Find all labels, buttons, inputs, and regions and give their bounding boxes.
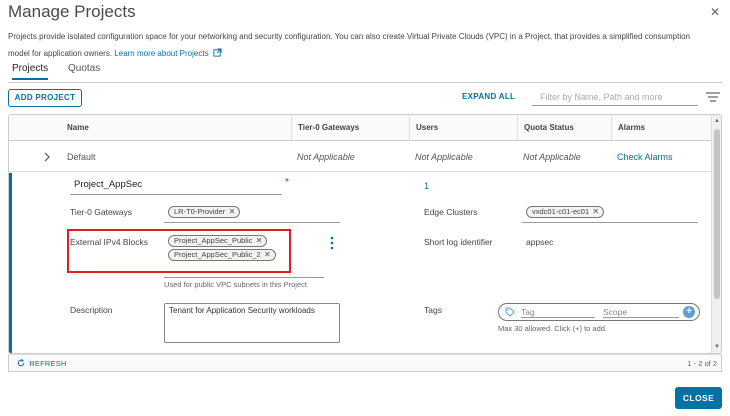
intro-paragraph: Projects provide isolated configuration … [8,28,708,62]
scroll-up-icon[interactable]: ▲ [714,118,720,124]
remove-chip-icon[interactable]: ✕ [229,207,236,217]
filter-input[interactable] [532,88,698,105]
description-textarea[interactable]: Tenant for Application Security workload… [164,303,340,343]
edge-clusters-underline [522,222,698,223]
tag-icon [505,307,515,317]
users-count-link[interactable]: 1 [424,181,429,191]
check-alarms-link[interactable]: Check Alarms [617,152,673,162]
tier0-underline [164,222,340,223]
add-tag-button[interactable]: + [683,306,695,318]
row-quota-status: Not Applicable [523,152,581,162]
tab-projects[interactable]: Projects [12,63,49,80]
filter-icon[interactable] [706,92,720,102]
chip-label: Project_AppSec_Public [174,236,253,245]
learn-more-link[interactable]: Learn more about Projects [114,49,208,58]
close-button[interactable]: CLOSE [675,387,722,409]
refresh-icon [17,359,25,367]
row-name: Default [67,152,96,162]
edge-cluster-chip: vxdc01-c01-ec01 ✕ [526,206,605,218]
column-header-name[interactable]: Name [61,115,89,141]
chip-label: vxdc01-c01-ec01 [532,207,590,216]
column-header-users[interactable]: Users [409,115,517,141]
ipv4-underline [164,277,324,278]
grid-footer: REFRESH 1 - 2 of 2 [8,354,722,372]
chip-label: Project_AppSec_Public_2 [174,250,261,259]
required-indicator: * [285,177,289,188]
expand-all-button[interactable]: EXPAND ALL [462,92,515,101]
description-label: Description [70,305,113,315]
tab-bar: Projects Quotas [8,63,722,83]
more-vertical-icon[interactable] [330,236,334,250]
ipv4-chip: Project_AppSec_Public_2 ✕ [168,249,276,261]
refresh-button[interactable]: REFRESH [17,359,67,368]
tag-input[interactable] [521,306,595,318]
tier0-label: Tier-0 Gateways [70,207,133,217]
vertical-scrollbar[interactable]: ▲ ▼ [711,115,721,353]
grid-header: Name Tier-0 Gateways Users Quota Status … [9,115,711,141]
remove-chip-icon[interactable]: ✕ [592,207,599,217]
column-header-tier0[interactable]: Tier-0 Gateways [291,115,409,141]
ipv4-chip: Project_AppSec_Public ✕ [168,235,268,247]
project-name-input[interactable] [70,179,282,190]
tags-helper-text: Max 30 allowed. Click (+) to add. [498,324,608,333]
table-row: Default Not Applicable Not Applicable No… [9,142,711,172]
row-users: Not Applicable [415,152,473,162]
chip-label: LR-T0-Provider [174,207,226,216]
pagination-count: 1 - 2 of 2 [687,359,717,368]
dialog-title: Manage Projects [8,2,136,21]
add-project-button[interactable]: ADD PROJECT [8,89,82,107]
expanded-project-row: * 1 Tier-0 Gateways LR-T0-Provider ✕ Edg… [9,173,711,353]
ipv4-helper-text: Used for public VPC subnets in this Proj… [164,280,307,289]
scope-input[interactable] [603,306,679,318]
row-tier0: Not Applicable [297,152,355,162]
external-link-icon[interactable] [213,48,222,57]
intro-text: Projects provide isolated configuration … [8,32,690,58]
tag-input-group: + [498,303,700,321]
tier0-chip: LR-T0-Provider ✕ [168,206,241,218]
projects-datagrid: Name Tier-0 Gateways Users Quota Status … [8,114,722,354]
scroll-down-icon[interactable]: ▼ [714,344,720,350]
remove-chip-icon[interactable]: ✕ [256,236,263,246]
close-icon[interactable]: ✕ [710,5,720,19]
tags-label: Tags [424,305,442,315]
short-log-label: Short log identifier [424,237,493,247]
remove-chip-icon[interactable]: ✕ [264,250,271,260]
filter-field [532,88,698,106]
project-name-field [70,179,282,195]
row-alarms: Check Alarms [611,142,673,172]
ipv4-blocks-label: External IPv4 Blocks [70,237,148,247]
column-header-quota-status[interactable]: Quota Status [517,115,611,141]
chevron-right-icon[interactable] [43,151,51,163]
edge-clusters-label: Edge Clusters [424,207,478,217]
scroll-thumb[interactable] [714,129,720,299]
refresh-label: REFRESH [29,359,67,368]
short-log-value: appsec [526,237,554,247]
tab-quotas[interactable]: Quotas [68,63,100,78]
column-header-alarms[interactable]: Alarms [611,115,711,141]
